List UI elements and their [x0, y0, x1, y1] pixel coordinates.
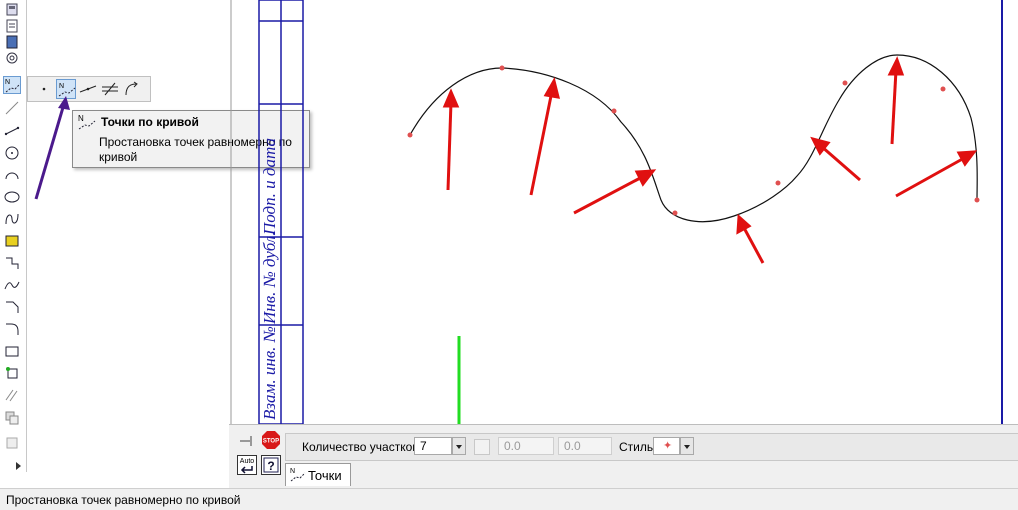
- point-style-marker-icon: ✦: [663, 440, 673, 452]
- style-label: Стиль: [619, 440, 654, 454]
- curve-point: [940, 86, 946, 92]
- red-arrowhead: [956, 150, 978, 167]
- svg-text:?: ?: [267, 459, 274, 473]
- tab-points[interactable]: N Точки: [285, 463, 351, 486]
- purple-arrowhead: [58, 96, 70, 110]
- parameter-b-input[interactable]: 0.0: [558, 437, 612, 455]
- disabled-checkbox-icon[interactable]: [474, 439, 490, 455]
- red-arrow: [895, 155, 967, 198]
- svg-text:STOP: STOP: [263, 439, 279, 445]
- toolbar-expand-icon[interactable]: [16, 462, 21, 470]
- purple-arrow: [34, 103, 66, 200]
- red-arrow: [820, 144, 861, 182]
- curve-point: [672, 210, 678, 216]
- auto-create-button[interactable]: Auto: [237, 455, 257, 475]
- curve-point: [407, 132, 413, 138]
- red-arrowhead: [543, 77, 561, 99]
- parameter-a-input[interactable]: 0.0: [498, 437, 554, 455]
- status-text: Простановка точек равномерно по кривой: [6, 493, 241, 507]
- red-arrow: [446, 101, 453, 191]
- annotation-overlay: [34, 96, 70, 200]
- red-arrowhead: [634, 169, 657, 187]
- point-style-dropdown-button[interactable]: [680, 437, 694, 455]
- segments-count-input[interactable]: 7: [414, 437, 452, 455]
- curve-point: [499, 65, 505, 71]
- help-button[interactable]: ?: [261, 455, 281, 475]
- tool-more-icon[interactable]: [3, 434, 21, 452]
- segments-count-label: Количество участков: [302, 440, 419, 454]
- svg-text:Auto: Auto: [240, 458, 255, 465]
- red-arrowhead: [736, 213, 752, 235]
- status-bar: Простановка точек равномерно по кривой: [0, 488, 1018, 510]
- segments-count-dropdown-button[interactable]: [452, 437, 466, 455]
- red-arrow: [529, 90, 554, 196]
- red-arrows: [442, 56, 978, 264]
- red-arrow: [741, 225, 765, 264]
- red-arrowhead: [442, 88, 460, 108]
- curve-point: [974, 197, 980, 203]
- parameters-bar: Количество участков 7 0.0 0.0 Стиль ✦: [285, 433, 1018, 461]
- curve-point: [611, 108, 617, 114]
- red-arrowhead: [887, 56, 905, 76]
- red-arrow: [890, 69, 898, 145]
- title-block-label-sign: Подп. и дата: [260, 138, 279, 236]
- red-arrow: [573, 174, 645, 215]
- curve-point: [775, 180, 781, 186]
- drawing-canvas[interactable]: Подп. и дата Инв. № дубл. Взам. инв. №: [229, 0, 1018, 424]
- title-block-label-replace: Взам. инв. №: [260, 326, 279, 420]
- title-block-label-dup: Инв. № дубл.: [260, 231, 279, 325]
- curve-point: [842, 80, 848, 86]
- svg-text:N: N: [290, 468, 295, 475]
- tab-points-label: Точки: [308, 468, 342, 483]
- stop-button[interactable]: STOP: [261, 430, 281, 450]
- points-tab-icon: N: [290, 468, 306, 482]
- property-panel: STOP Auto ? Количество участков 7 0.0 0.…: [229, 424, 1018, 489]
- pin-icon[interactable]: [237, 431, 257, 451]
- point-style-input[interactable]: ✦: [653, 437, 680, 455]
